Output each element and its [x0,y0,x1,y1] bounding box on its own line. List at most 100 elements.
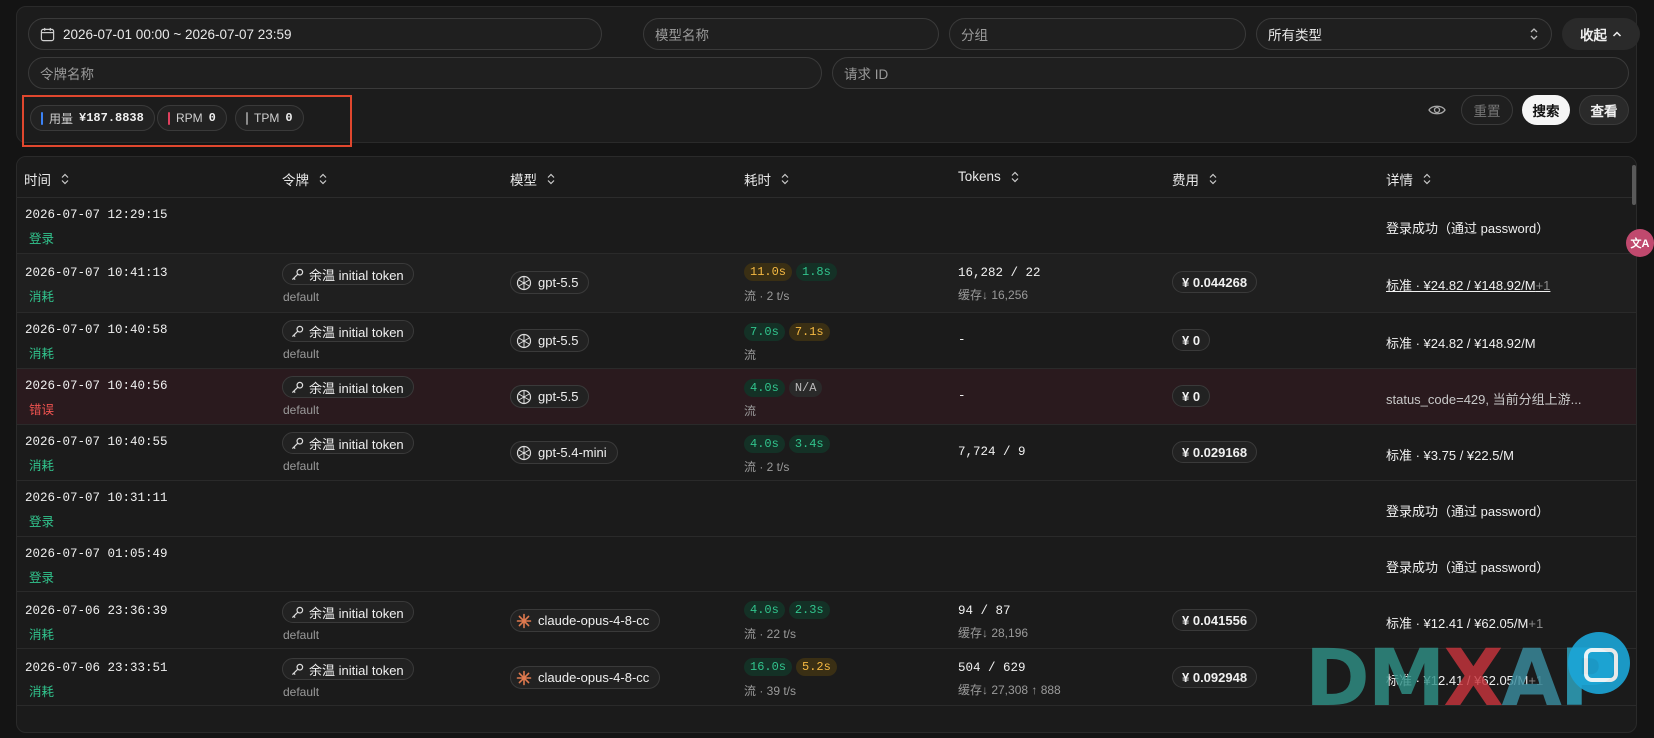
token-name: 余温 initial token [309,662,404,678]
row-detail[interactable]: 标准 · ¥12.41 / ¥62.05/M+1 [1386,613,1543,632]
tokens-value: 7,724 / 9 [958,445,1026,459]
column-label: 耗时 [744,173,771,188]
column-label: 模型 [510,173,537,188]
row-type: 登录 [29,232,55,246]
sort-icon [781,173,789,185]
model-pill[interactable]: gpt-5.5 [510,329,590,352]
column-header-token[interactable]: 令牌 [282,169,327,189]
column-header-time[interactable]: 时间 [24,169,69,189]
view-button[interactable]: 查看 [1579,95,1629,125]
table-row[interactable]: 2026-07-07 10:31:11 登录 登录成功（通过 password） [17,481,1636,537]
type-select[interactable]: 所有类型 [1256,18,1552,50]
row-time: 2026-07-06 23:36:39 [25,604,168,618]
table-row[interactable]: 2026-07-07 10:40:55 消耗 余温 initial token … [17,425,1636,481]
tokens-value: - [958,333,966,347]
model-pill[interactable]: claude-opus-4-8-cc [510,666,661,689]
column-header-model[interactable]: 模型 [510,169,555,189]
group-input[interactable]: 分组 [949,18,1246,50]
token-group: default [283,347,320,361]
type-select-value: 所有类型 [1268,28,1322,43]
table-row[interactable]: 2026-07-06 23:33:51 消耗 余温 initial token … [17,649,1636,706]
duration-badge: 4.0s [744,379,785,397]
row-detail[interactable]: 标准 · ¥24.82 / ¥148.92/M+1 [1386,275,1550,294]
row-detail: 标准 · ¥24.82 / ¥148.92/M [1386,336,1536,351]
stream-info: 流 · 2 t/s [744,289,790,303]
row-detail: 登录成功（通过 password） [1386,560,1550,575]
token-pill[interactable]: 余温 initial token [282,376,414,398]
detail-text: 标准 · ¥12.41 / ¥62.05/M [1386,673,1529,688]
translate-icon[interactable]: 文A [1626,229,1654,257]
date-range-picker[interactable]: 2026-07-01 00:00 ~ 2026-07-07 23:59 [28,18,602,50]
token-pill[interactable]: 余温 initial token [282,601,414,623]
row-detail: 登录成功（通过 password） [1386,221,1550,236]
token-pill[interactable]: 余温 initial token [282,263,414,285]
table-row[interactable]: 2026-07-07 01:05:49 登录 登录成功（通过 password） [17,537,1636,592]
tokens-value: 16,282 / 22 [958,266,1041,280]
stream-info: 流 · 22 t/s [744,627,797,641]
usage-value: ¥187.8838 [79,111,144,125]
token-name-input[interactable]: 令牌名称 [28,57,822,89]
tpm-label: TPM [254,111,280,125]
model-name-input[interactable]: 模型名称 [643,18,939,50]
detail-text: 标准 · ¥24.82 / ¥148.92/M [1386,278,1536,293]
claude-icon [516,613,532,628]
search-button[interactable]: 搜索 [1522,95,1570,125]
model-pill[interactable]: gpt-5.4-mini [510,441,618,464]
fee-pill: ¥ 0.041556 [1172,609,1258,631]
token-name: 余温 initial token [309,380,404,396]
openai-icon [516,445,532,460]
sort-icon [319,173,327,185]
table-row[interactable]: 2026-07-07 10:40:58 消耗 余温 initial token … [17,313,1636,369]
tpm-value: 0 [285,111,293,125]
column-header-tokens[interactable]: Tokens [958,169,1019,184]
detail-more: +1 [1535,278,1551,293]
request-id-input[interactable]: 请求 ID [832,57,1629,89]
column-header-detail[interactable]: 详情 [1386,169,1431,189]
model-name: claude-opus-4-8-cc [538,670,650,685]
reset-button[interactable]: 重置 [1461,95,1513,125]
eye-icon[interactable] [1428,103,1446,117]
usage-color-bar [41,111,43,125]
fee-pill: ¥ 0.092948 [1172,666,1258,688]
fee-pill: ¥ 0.029168 [1172,441,1258,463]
table-row[interactable]: 2026-07-07 10:40:56 错误 余温 initial token … [17,369,1636,425]
model-name-placeholder: 模型名称 [655,28,709,43]
row-time: 2026-07-07 10:40:56 [25,379,168,393]
stream-info: 流 · 39 t/s [744,684,797,698]
rpm-color-bar [168,111,170,125]
row-type: 登录 [29,571,55,585]
key-icon [291,381,304,393]
column-label: 令牌 [282,173,309,188]
model-name: claude-opus-4-8-cc [538,613,650,628]
column-header-duration[interactable]: 耗时 [744,169,789,189]
token-pill[interactable]: 余温 initial token [282,320,414,342]
table-row[interactable]: 2026-07-07 12:29:15 登录 登录成功（通过 password） [17,198,1636,254]
cache-info: 缓存↓ 27,308 ↑ 888 [958,683,1061,697]
detail-text: 标准 · ¥12.41 / ¥62.05/M [1386,616,1529,631]
token-group: default [283,403,320,417]
model-pill[interactable]: gpt-5.5 [510,271,590,294]
column-header-fee[interactable]: 费用 [1172,169,1217,189]
table-row[interactable]: 2026-07-06 23:36:39 消耗 余温 initial token … [17,592,1636,649]
token-name: 余温 initial token [309,605,404,621]
chevron-up-icon [1612,31,1622,37]
first-token-badge: 5.2s [796,658,837,676]
detail-more: +1 [1528,616,1544,631]
duration-badge: 4.0s [744,601,785,619]
model-pill[interactable]: gpt-5.5 [510,385,590,408]
row-type: 消耗 [29,628,55,642]
row-type: 错误 [29,403,55,417]
model-name: gpt-5.5 [538,389,579,404]
row-detail[interactable]: 标准 · ¥12.41 / ¥62.05/M+1 [1386,670,1543,689]
model-pill[interactable]: claude-opus-4-8-cc [510,609,661,632]
rpm-stat: RPM 0 [157,105,227,131]
row-time: 2026-07-07 10:41:13 [25,266,168,280]
table-row[interactable]: 2026-07-07 10:41:13 消耗 余温 initial token … [17,254,1636,313]
fee-pill: ¥ 0 [1172,385,1211,407]
stream-info: 流 [744,348,757,362]
collapse-button[interactable]: 收起 [1562,18,1640,50]
key-icon [291,437,304,449]
token-pill[interactable]: 余温 initial token [282,658,414,680]
row-time: 2026-07-06 23:33:51 [25,661,168,675]
token-pill[interactable]: 余温 initial token [282,432,414,454]
